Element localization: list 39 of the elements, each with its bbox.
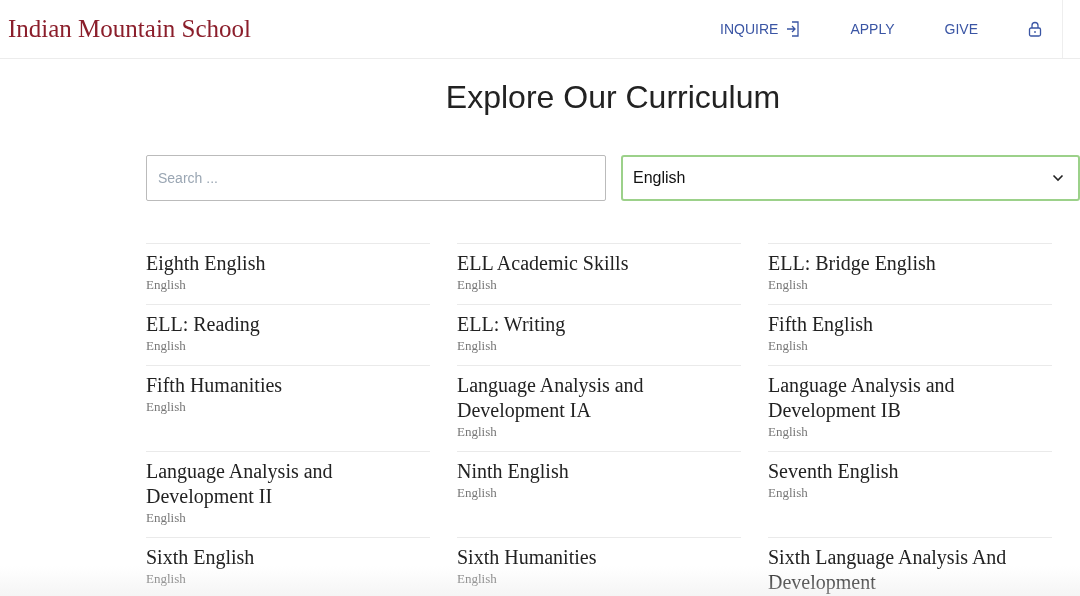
category-dropdown[interactable]: English [621, 155, 1080, 201]
course-category: English [146, 509, 186, 527]
lock-icon[interactable] [1028, 21, 1042, 37]
course-link[interactable]: ELL: Reading [146, 312, 260, 337]
course-category: English [146, 337, 186, 355]
nav-link[interactable]: APPLY [850, 21, 895, 37]
nav-link[interactable]: GIVE [944, 21, 978, 37]
course-link[interactable]: Seventh English [768, 459, 899, 484]
course-category: English [146, 276, 186, 294]
course-category: English [768, 423, 808, 441]
course-link[interactable]: Language Analysis and Development II [146, 459, 430, 509]
course-category: English [457, 484, 497, 502]
course-category: English [457, 423, 497, 441]
course-link[interactable]: Language Analysis and Development IB [768, 373, 1052, 423]
course-link[interactable]: Fifth English [768, 312, 873, 337]
course-category: English [768, 337, 808, 355]
course-link[interactable]: Fifth Humanities [146, 373, 283, 398]
course-category: English [768, 484, 808, 502]
course-link[interactable]: Ninth English [457, 459, 569, 484]
course-link[interactable]: Sixth Language Analysis And Development [768, 545, 1052, 595]
course-category: English [768, 276, 808, 294]
enter-icon [786, 21, 801, 37]
school-name[interactable]: Indian Mountain School [8, 15, 252, 43]
course-link[interactable]: Sixth English [146, 545, 255, 570]
page-heading: Explore Our Curriculum [444, 79, 782, 116]
course-link[interactable]: Eighth English [146, 251, 266, 276]
course-link[interactable]: ELL Academic Skills [457, 251, 629, 276]
course-link[interactable]: ELL: Bridge English [768, 251, 936, 276]
nav-link[interactable]: INQUIRE [720, 21, 801, 37]
course-link[interactable]: ELL: Writing [457, 312, 566, 337]
course-category: English [457, 276, 497, 294]
course-category: English [457, 570, 497, 588]
course-category: English [146, 398, 186, 416]
course-category: English [457, 337, 497, 355]
course-link[interactable]: Sixth Humanities [457, 545, 597, 570]
course-link[interactable]: Language Analysis and Development IA [457, 373, 741, 423]
search-field[interactable]: Search ... [146, 155, 606, 201]
chevron-icon [1052, 174, 1064, 182]
course-category: English [146, 570, 186, 588]
